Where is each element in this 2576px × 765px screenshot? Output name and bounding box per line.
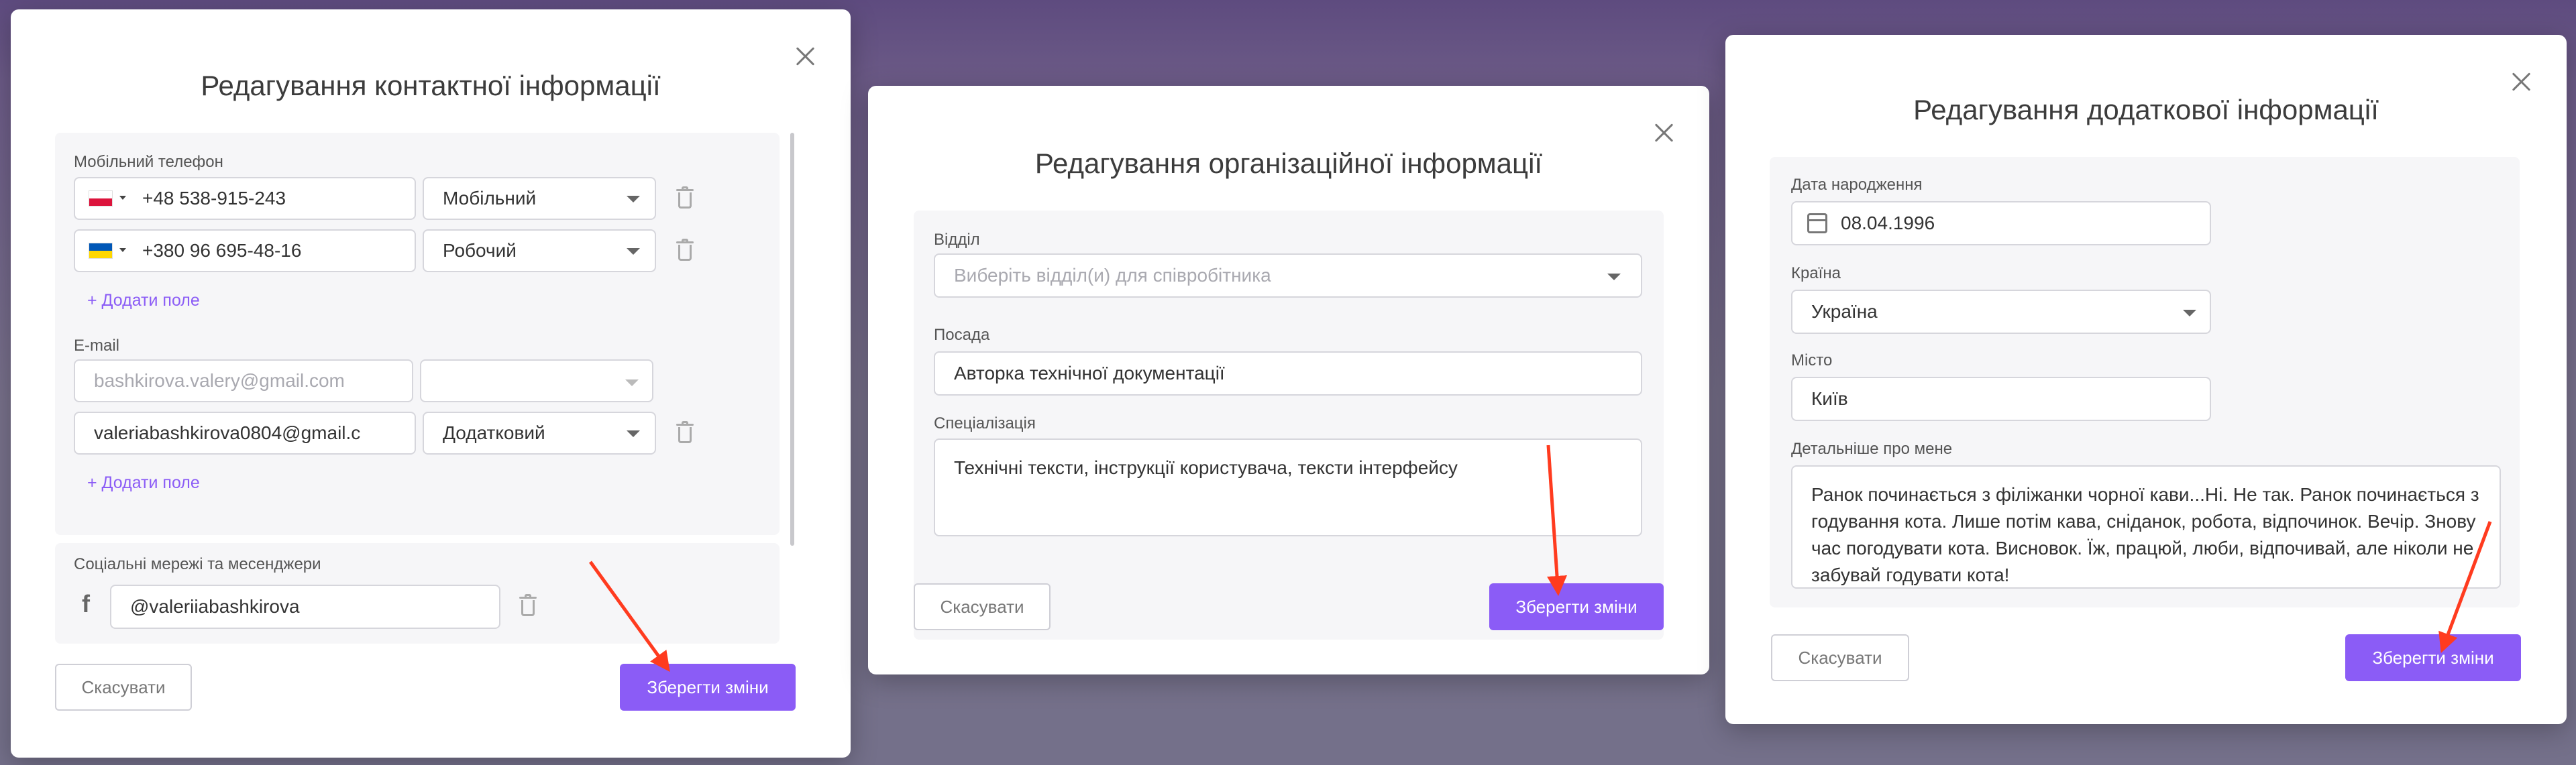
birthdate-input[interactable]: 08.04.1996 bbox=[1791, 201, 2211, 245]
city-input[interactable]: Київ bbox=[1791, 377, 2211, 421]
email-input-2[interactable]: valeriabashkirova0804@gmail.c bbox=[74, 412, 416, 455]
cancel-button[interactable]: Скасувати bbox=[55, 664, 192, 711]
save-button[interactable]: Зберегти зміни bbox=[2345, 634, 2521, 681]
birthdate-value: 08.04.1996 bbox=[1841, 213, 1935, 233]
chevron-down-icon bbox=[627, 248, 640, 255]
delete-email-icon[interactable] bbox=[675, 421, 695, 444]
phone-type-select-2[interactable]: Робочий bbox=[423, 229, 656, 272]
about-value: Ранок починається з філіжанки чорної кав… bbox=[1811, 484, 2479, 585]
save-button[interactable]: Зберегти зміни bbox=[1489, 583, 1664, 630]
phone-number-1: +48 538-915-243 bbox=[142, 188, 286, 209]
chevron-down-icon[interactable] bbox=[119, 248, 126, 252]
facebook-icon: f bbox=[82, 590, 90, 617]
about-textarea[interactable]: Ранок починається з філіжанки чорної кав… bbox=[1791, 465, 2501, 589]
email-value: valeriabashkirova0804@gmail.c bbox=[94, 422, 361, 443]
modal-title: Редагування контактної інформації bbox=[201, 70, 661, 101]
add-phone-link[interactable]: + Додати поле bbox=[87, 291, 200, 310]
poland-flag-icon[interactable] bbox=[89, 190, 113, 207]
delete-social-icon[interactable] bbox=[518, 594, 538, 617]
delete-phone-1-icon[interactable] bbox=[675, 186, 695, 209]
birthdate-label: Дата народження bbox=[1791, 176, 1923, 194]
scrollbar[interactable] bbox=[790, 133, 794, 546]
country-select[interactable]: Україна bbox=[1791, 290, 2211, 334]
modal-title: Редагування додаткової інформації bbox=[1913, 94, 2379, 125]
phone-type-2: Робочий bbox=[443, 240, 517, 261]
specialization-textarea[interactable]: Технічні тексти, інструкції користувача,… bbox=[934, 438, 1642, 536]
chevron-down-icon[interactable] bbox=[119, 196, 126, 200]
mobile-phone-label: Мобільний телефон bbox=[74, 153, 223, 171]
chevron-down-icon bbox=[1607, 274, 1621, 280]
city-value: Київ bbox=[1811, 388, 1848, 409]
phone-number-2: +380 96 695-48-16 bbox=[142, 240, 302, 261]
specialization-label: Спеціалізація bbox=[934, 414, 1036, 432]
email-label: E-mail bbox=[74, 337, 120, 355]
cancel-button[interactable]: Скасувати bbox=[1771, 634, 1909, 681]
country-value: Україна bbox=[1811, 301, 1878, 322]
delete-phone-2-icon[interactable] bbox=[675, 239, 695, 261]
chevron-down-icon bbox=[625, 379, 639, 386]
phone-type-1: Мобільний bbox=[443, 188, 537, 209]
additional-info-modal: Редагування додаткової інформації Дата н… bbox=[1725, 35, 2567, 724]
chevron-down-icon bbox=[627, 196, 640, 202]
save-button[interactable]: Зберегти зміни bbox=[620, 664, 796, 711]
position-label: Посада bbox=[934, 326, 990, 344]
social-value: @valeriiabashkirova bbox=[130, 596, 300, 617]
email-input-1[interactable]: bashkirova.valery@gmail.com bbox=[74, 359, 413, 402]
ukraine-flag-icon[interactable] bbox=[89, 243, 113, 259]
email-placeholder: bashkirova.valery@gmail.com bbox=[94, 370, 345, 391]
email-type-2: Додатковий bbox=[443, 422, 545, 443]
calendar-icon bbox=[1807, 213, 1827, 233]
modal-title: Редагування організаційної інформації bbox=[1034, 148, 1543, 179]
social-input[interactable]: @valeriiabashkirova bbox=[110, 585, 500, 629]
chevron-down-icon bbox=[2183, 310, 2196, 316]
email-type-select-2[interactable]: Додатковий bbox=[423, 412, 656, 455]
add-email-link[interactable]: + Додати поле bbox=[87, 473, 200, 493]
about-label: Детальніше про мене bbox=[1791, 440, 1953, 458]
department-label: Відділ bbox=[934, 231, 980, 249]
chevron-down-icon bbox=[627, 430, 640, 437]
close-icon[interactable] bbox=[1650, 119, 1677, 146]
specialization-value: Технічні тексти, інструкції користувача,… bbox=[954, 457, 1458, 478]
phone-type-select-1[interactable]: Мобільний bbox=[423, 177, 656, 220]
department-select[interactable]: Виберіть відділ(и) для співробітника bbox=[934, 253, 1642, 298]
social-label: Соціальні мережі та месенджери bbox=[74, 555, 321, 573]
department-placeholder: Виберіть відділ(и) для співробітника bbox=[954, 265, 1271, 286]
contact-info-modal: Редагування контактної інформації Мобіль… bbox=[11, 9, 851, 758]
close-icon[interactable] bbox=[792, 43, 818, 70]
position-input[interactable]: Авторка технічної документації bbox=[934, 351, 1642, 396]
country-label: Країна bbox=[1791, 264, 1841, 282]
organization-info-modal: Редагування організаційної інформації Ві… bbox=[868, 86, 1709, 674]
position-value: Авторка технічної документації bbox=[954, 363, 1225, 384]
close-icon[interactable] bbox=[2508, 68, 2534, 95]
email-type-select-1[interactable] bbox=[420, 359, 653, 402]
city-label: Місто bbox=[1791, 351, 1833, 369]
cancel-button[interactable]: Скасувати bbox=[914, 583, 1051, 630]
